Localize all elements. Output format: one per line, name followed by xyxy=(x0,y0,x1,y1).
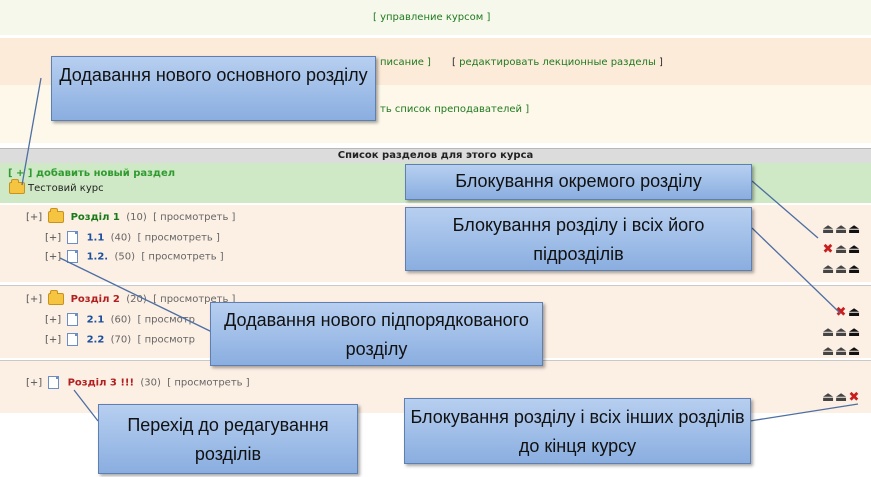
lock-section-icon[interactable]: ⏏ xyxy=(822,390,835,405)
folder-icon xyxy=(9,179,25,194)
add-subsection-button[interactable]: [+] xyxy=(26,212,42,223)
lock-group: ⏏⏏⏏ xyxy=(822,262,861,277)
document-icon xyxy=(48,376,60,389)
view-link[interactable]: [ просмотр xyxy=(138,335,195,346)
course-name: Тестовий курс xyxy=(28,183,104,194)
add-subsection-button[interactable]: [+] xyxy=(26,378,42,389)
section-count: (10) xyxy=(126,212,147,223)
add-subsection-button[interactable]: [+] xyxy=(45,233,61,244)
locked-with-subs-icon[interactable]: ✖ xyxy=(835,305,848,320)
manage-course-link[interactable]: [ управление курсом ] xyxy=(373,12,490,23)
lock-with-subs-icon[interactable]: ⏏ xyxy=(835,242,848,257)
view-link[interactable]: [ просмотр xyxy=(138,315,195,326)
document-icon xyxy=(67,231,79,244)
view-link[interactable]: [ просмотреть ] xyxy=(141,252,223,263)
subsection-number[interactable]: 1.2. xyxy=(87,252,109,263)
lock-with-subs-icon[interactable]: ⏏ xyxy=(835,222,848,237)
teachers-list-link[interactable]: ть список преподавателей ] xyxy=(380,104,529,115)
subsection-number[interactable]: 1.1 xyxy=(87,233,105,244)
lock-to-end-icon[interactable]: ⏏ xyxy=(848,262,861,277)
lock-group: ⏏⏏⏏ xyxy=(822,222,861,237)
lock-group: ⏏⏏✖ xyxy=(822,390,861,405)
section-row: [+] Розділ 2 (20) [ просмотреть ] xyxy=(26,290,235,305)
callout-block-to-end: Блокування розділу і всіх інших розділів… xyxy=(404,398,751,464)
view-link[interactable]: [ просмотреть ] xyxy=(153,212,235,223)
lock-section-icon[interactable]: ⏏ xyxy=(822,344,835,359)
bracket-close: ] xyxy=(659,57,663,68)
document-icon xyxy=(67,313,79,326)
callout-add-main: Додавання нового основного розділу xyxy=(51,56,376,121)
lock-to-end-icon[interactable]: ⏏ xyxy=(848,325,861,340)
edit-lecture-sections-link[interactable]: редактировать лекционные разделы xyxy=(459,57,656,68)
lock-to-end-icon[interactable]: ⏏ xyxy=(848,222,861,237)
lock-to-end-icon[interactable]: ⏏ xyxy=(848,305,861,320)
lock-to-end-icon[interactable]: ⏏ xyxy=(848,344,861,359)
subsection-count: (50) xyxy=(114,251,135,263)
folder-icon xyxy=(48,208,65,223)
section-title[interactable]: Розділ 1 xyxy=(71,212,120,223)
lock-section-icon[interactable]: ⏏ xyxy=(822,262,835,277)
lock-with-subs-icon[interactable]: ⏏ xyxy=(835,390,848,405)
add-subsection-button[interactable]: [+] xyxy=(45,252,61,263)
section-count: (20) xyxy=(126,294,147,305)
subsection-row: [+] 2.2 (70) [ просмотр xyxy=(45,333,195,346)
bracket-open: [ xyxy=(452,57,456,68)
add-subsection-button[interactable]: [+] xyxy=(26,294,42,305)
subsection-number[interactable]: 2.1 xyxy=(87,315,105,326)
view-link[interactable]: [ просмотреть ] xyxy=(138,233,220,244)
view-link[interactable]: [ просмотреть ] xyxy=(167,378,249,389)
section-row: [+] Розділ 1 (10) [ просмотреть ] xyxy=(26,208,235,223)
subsection-count: (40) xyxy=(110,232,132,244)
section-list-header: Список разделов для этого курса xyxy=(0,148,871,164)
subsection-row: [+] 2.1 (60) [ просмотр xyxy=(45,313,195,326)
lock-group: ⏏⏏⏏ xyxy=(822,344,861,359)
subsection-count: (60) xyxy=(110,314,132,326)
lock-group: ✖⏏ xyxy=(822,305,861,320)
lock-section-icon[interactable]: ⏏ xyxy=(822,325,835,340)
lock-group: ✖⏏⏏ xyxy=(822,242,861,257)
callout-block-single: Блокування окремого розділу xyxy=(405,164,752,200)
lock-section-icon[interactable]: ⏏ xyxy=(822,222,835,237)
callout-go-edit: Перехід до редагування розділів xyxy=(98,404,358,474)
subsection-count: (70) xyxy=(110,334,132,346)
add-subsection-button[interactable]: [+] xyxy=(45,315,61,326)
edit-lecture-sections-item: [ редактировать лекционные разделы ] xyxy=(452,57,663,68)
callout-block-with-subs: Блокування розділу і всіх його підрозділ… xyxy=(405,207,752,271)
section-count: (30) xyxy=(140,377,161,389)
subsection-row: [+] 1.2. (50) [ просмотреть ] xyxy=(45,250,224,263)
lock-with-subs-icon[interactable]: ⏏ xyxy=(835,344,848,359)
course-root[interactable]: Тестовий курс xyxy=(6,179,104,194)
subsection-number[interactable]: 2.2 xyxy=(87,335,105,346)
lock-to-end-icon[interactable]: ⏏ xyxy=(848,242,861,257)
lock-with-subs-icon[interactable]: ⏏ xyxy=(835,262,848,277)
locked-to-end-icon[interactable]: ✖ xyxy=(848,390,861,405)
section-title[interactable]: Розділ 3 !!! xyxy=(68,378,134,389)
document-icon xyxy=(67,250,79,263)
callout-add-sub: Додавання нового підпорядкованого розділ… xyxy=(210,302,543,366)
lock-with-subs-icon[interactable]: ⏏ xyxy=(835,325,848,340)
add-subsection-button[interactable]: [+] xyxy=(45,335,61,346)
lock-group: ⏏⏏⏏ xyxy=(822,325,861,340)
section-title[interactable]: Розділ 2 xyxy=(71,294,120,305)
section-row: [+] Розділ 3 !!! (30) [ просмотреть ] xyxy=(26,376,250,389)
subsection-row: [+] 1.1 (40) [ просмотреть ] xyxy=(45,231,220,244)
add-new-section-link[interactable]: [ + ] добавить новый раздел xyxy=(8,168,175,179)
schedule-link[interactable]: писание ] xyxy=(380,57,431,68)
document-icon xyxy=(67,333,79,346)
locked-section-icon[interactable]: ✖ xyxy=(822,242,835,257)
folder-icon xyxy=(48,290,65,305)
